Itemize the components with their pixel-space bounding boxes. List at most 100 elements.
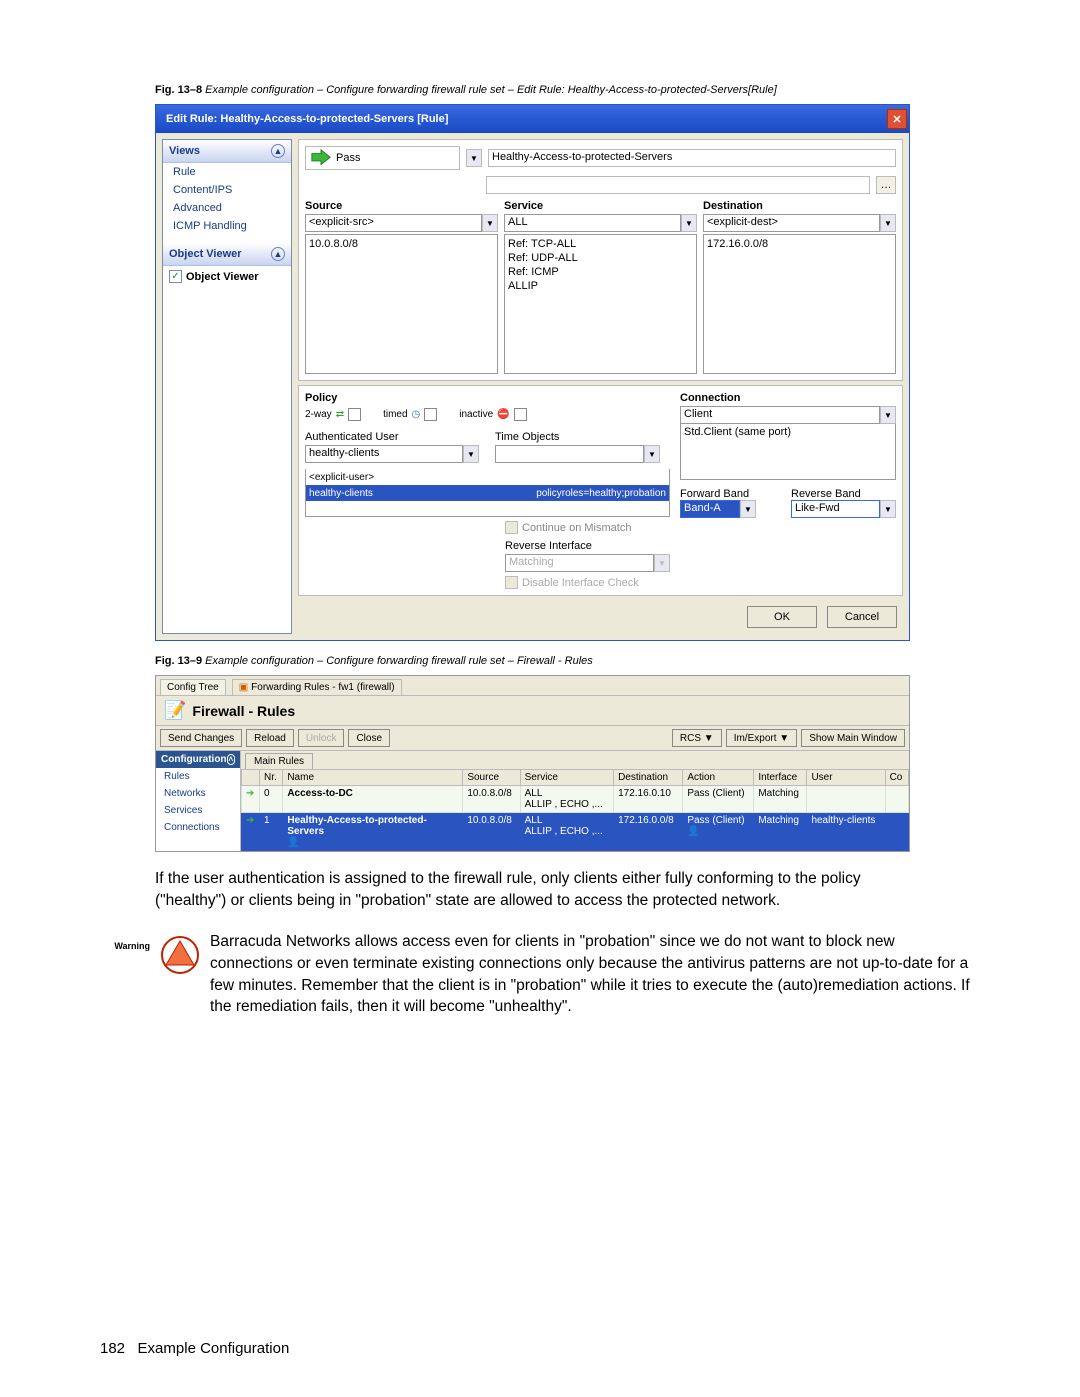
rule-name-input[interactable]: Healthy-Access-to-protected-Servers	[488, 149, 896, 167]
user-icon: 👤	[687, 826, 699, 837]
disable-if-check: Disable Interface Check	[505, 576, 670, 589]
checkbox-icon	[514, 408, 527, 421]
dest-header: Destination	[703, 200, 896, 212]
chevron-down-icon[interactable]: ▼	[880, 500, 896, 518]
objectviewer-header[interactable]: Object Viewer ▲	[163, 243, 291, 266]
list-item: healthy-clients	[309, 488, 536, 499]
list-item: Std.Client (same port)	[684, 426, 892, 438]
col-name[interactable]: Name	[283, 770, 463, 786]
view-icmp[interactable]: ICMP Handling	[163, 217, 291, 235]
list-item: <explicit-user>	[309, 472, 666, 483]
fw-side-networks[interactable]: Networks	[156, 785, 240, 802]
chevron-down-icon[interactable]: ▼	[681, 214, 697, 232]
unlock-button: Unlock	[298, 729, 345, 747]
close-icon[interactable]: ✕	[887, 109, 907, 129]
checkbox-icon: ✓	[169, 270, 182, 283]
close-button[interactable]: Close	[348, 729, 390, 747]
import-export-dropdown[interactable]: Im/Export ▼	[726, 729, 797, 747]
col-source[interactable]: Source	[463, 770, 520, 786]
list-item: Ref: UDP-ALL	[508, 251, 693, 265]
page-footer: 182 Example Configuration	[100, 1340, 289, 1357]
fw-side-services[interactable]: Services	[156, 802, 240, 819]
col-interface[interactable]: Interface	[754, 770, 807, 786]
dest-select[interactable]: <explicit-dest>	[703, 214, 880, 232]
connection-header: Connection	[680, 392, 896, 404]
authuser-select[interactable]: healthy-clients	[305, 445, 463, 463]
checkbox-icon	[348, 408, 361, 421]
policy-2way[interactable]: 2-way ⇄	[305, 408, 361, 421]
connection-list[interactable]: Std.Client (same port)	[680, 424, 896, 480]
dest-list[interactable]: 172.16.0.0/8	[703, 234, 896, 374]
col-dest[interactable]: Destination	[614, 770, 683, 786]
fw-side-rules[interactable]: Rules	[156, 768, 240, 785]
col-action[interactable]: Action	[683, 770, 754, 786]
view-rule[interactable]: Rule	[163, 163, 291, 181]
checkbox-icon	[505, 521, 518, 534]
table-row[interactable]: ➔ 1 Healthy-Access-to-protected-Servers👤…	[242, 813, 909, 851]
col-nr[interactable]: Nr.	[260, 770, 283, 786]
view-advanced[interactable]: Advanced	[163, 199, 291, 217]
objectviewer-check[interactable]: ✓ Object Viewer	[163, 266, 291, 287]
checkbox-icon	[424, 408, 437, 421]
col-co[interactable]: Co	[885, 770, 908, 786]
authuser-list[interactable]: <explicit-user> healthy-clientspolicyrol…	[305, 469, 670, 517]
show-main-window-button[interactable]: Show Main Window	[801, 729, 905, 747]
source-select[interactable]: <explicit-src>	[305, 214, 482, 232]
time-select[interactable]	[495, 445, 644, 463]
revband-select[interactable]: Like-Fwd	[791, 500, 880, 518]
policy-timed[interactable]: timed ◷	[383, 408, 437, 421]
chevron-down-icon[interactable]: ▼	[740, 500, 756, 518]
service-list[interactable]: Ref: TCP-ALL Ref: UDP-ALL Ref: ICMP ALLI…	[504, 234, 697, 374]
clock-icon: ◷	[412, 409, 421, 420]
views-sidebar: Views ▲ Rule Content/IPS Advanced ICMP H…	[162, 139, 292, 634]
tab-forwarding-rules[interactable]: ▣ Forwarding Rules - fw1 (firewall)	[232, 679, 402, 695]
firewall-icon: 📝	[164, 700, 186, 721]
fw-sidebar-head[interactable]: Configuration ˄	[156, 751, 240, 768]
rule-top-section: Pass ▼ Healthy-Access-to-protected-Serve…	[298, 139, 903, 381]
col-user[interactable]: User	[807, 770, 885, 786]
ellipsis-button[interactable]: …	[876, 176, 896, 194]
cancel-button[interactable]: Cancel	[827, 606, 897, 628]
arrow-icon: ➔	[246, 788, 254, 799]
service-select[interactable]: ALL	[504, 214, 681, 232]
connection-select[interactable]: Client	[680, 406, 880, 424]
authuser-header: Authenticated User	[305, 431, 479, 443]
fw-side-connections[interactable]: Connections	[156, 819, 240, 836]
chevron-down-icon[interactable]: ▼	[644, 445, 660, 463]
timeobj-header: Time Objects	[495, 431, 670, 443]
warning-label: Warning	[105, 931, 150, 951]
view-content-ips[interactable]: Content/IPS	[163, 181, 291, 199]
fwdband-header: Forward Band	[680, 488, 785, 500]
edit-rule-dialog: Edit Rule: Healthy-Access-to-protected-S…	[155, 104, 910, 641]
list-item: 172.16.0.0/8	[707, 237, 892, 251]
chevron-up-icon: ▲	[271, 144, 285, 158]
col-service[interactable]: Service	[520, 770, 613, 786]
continue-on-mismatch-check[interactable]: Continue on Mismatch	[505, 521, 670, 534]
tab-config-tree[interactable]: Config Tree	[160, 679, 226, 695]
warning-text: Barracuda Networks allows access even fo…	[210, 931, 980, 1018]
chevron-up-icon: ˄	[227, 754, 235, 765]
ok-button[interactable]: OK	[747, 606, 817, 628]
action-dropdown[interactable]: Pass	[305, 146, 460, 170]
policy-inactive[interactable]: inactive ⛔	[459, 408, 526, 421]
source-list[interactable]: 10.0.8.0/8	[305, 234, 498, 374]
send-changes-button[interactable]: Send Changes	[160, 729, 242, 747]
views-header[interactable]: Views ▲	[163, 140, 291, 163]
reload-button[interactable]: Reload	[246, 729, 294, 747]
policy-header: Policy	[305, 392, 670, 404]
chevron-down-icon[interactable]: ▼	[466, 149, 482, 167]
chevron-down-icon[interactable]: ▼	[482, 214, 498, 232]
chevron-down-icon[interactable]: ▼	[880, 214, 896, 232]
description-input[interactable]	[486, 176, 870, 194]
chevron-down-icon[interactable]: ▼	[463, 445, 479, 463]
chevron-up-icon: ▲	[271, 247, 285, 261]
list-item: Ref: TCP-ALL	[508, 237, 693, 251]
list-item: ALLIP	[508, 279, 693, 293]
table-row[interactable]: ➔ 0 Access-to-DC 10.0.8.0/8 ALL ALLIP , …	[242, 786, 909, 813]
lock-icon: ⛔	[497, 409, 509, 420]
main-rules-tab[interactable]: Main Rules	[245, 753, 313, 769]
chevron-down-icon[interactable]: ▼	[880, 406, 896, 424]
fwdband-select[interactable]: Band-A	[680, 500, 740, 518]
rcs-dropdown[interactable]: RCS ▼	[672, 729, 722, 747]
revif-select: Matching	[505, 554, 654, 572]
